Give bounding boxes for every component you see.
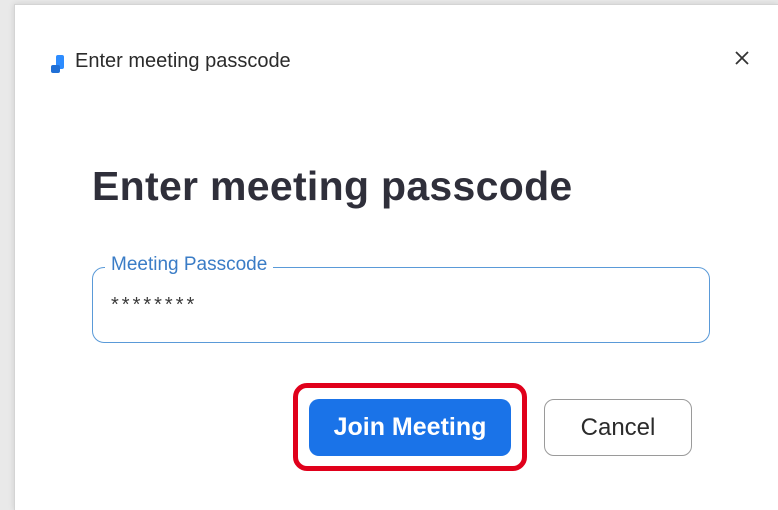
close-button[interactable] [727,45,757,75]
passcode-field[interactable]: Meeting Passcode [92,254,710,343]
passcode-dialog: Enter meeting passcode Enter meeting pas… [14,4,778,510]
cancel-button[interactable]: Cancel [544,399,692,456]
close-icon[interactable] [734,50,750,71]
title-bar: Enter meeting passcode [15,5,778,105]
dialog-heading: Enter meeting passcode [92,163,573,209]
passcode-input[interactable] [111,288,671,322]
window-title: Enter meeting passcode [75,50,291,72]
zoom-app-icon [51,55,64,73]
join-meeting-button[interactable]: Join Meeting [309,399,511,456]
passcode-field-label: Meeting Passcode [105,254,274,276]
